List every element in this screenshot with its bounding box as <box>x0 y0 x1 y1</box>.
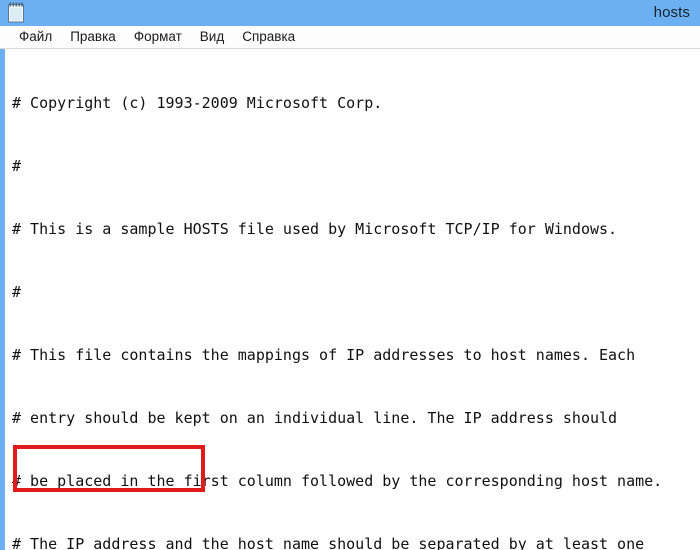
doc-line: # Copyright (c) 1993-2009 Microsoft Corp… <box>12 94 383 112</box>
doc-line: # <box>12 157 22 175</box>
text-editor-area[interactable]: # Copyright (c) 1993-2009 Microsoft Corp… <box>5 49 700 550</box>
hosts-file-content: # Copyright (c) 1993-2009 Microsoft Corp… <box>12 51 662 550</box>
menu-format[interactable]: Формат <box>125 26 191 48</box>
menu-bar: Файл Правка Формат Вид Справка <box>0 26 700 49</box>
doc-line: # <box>12 283 22 301</box>
doc-line: # be placed in the first column followed… <box>12 472 663 490</box>
menu-help[interactable]: Справка <box>233 26 304 48</box>
menu-edit[interactable]: Правка <box>61 26 125 48</box>
doc-line: # entry should be kept on an individual … <box>12 409 618 427</box>
notepad-window: hosts Файл Правка Формат Вид Справка # C… <box>0 0 700 550</box>
window-title: hosts <box>653 4 690 21</box>
title-bar[interactable]: hosts <box>0 0 700 26</box>
notepad-icon <box>8 2 24 23</box>
doc-line: # This is a sample HOSTS file used by Mi… <box>12 220 618 238</box>
menu-file[interactable]: Файл <box>10 26 61 48</box>
doc-line: # This file contains the mappings of IP … <box>12 346 636 364</box>
menu-view[interactable]: Вид <box>191 26 233 48</box>
doc-line: # The IP address and the host name shoul… <box>12 535 645 550</box>
left-accent-strip <box>0 49 5 550</box>
